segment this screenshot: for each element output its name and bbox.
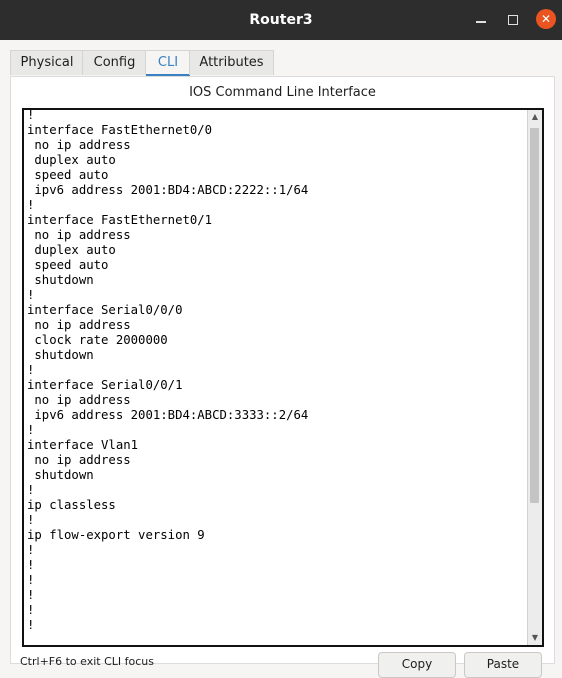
terminal-scrollbar[interactable]: ▲ ▼ [527, 110, 542, 645]
close-button[interactable]: ✕ [536, 9, 556, 29]
tab-attributes[interactable]: Attributes [189, 50, 274, 75]
tab-physical[interactable]: Physical [10, 50, 84, 75]
scrollbar-thumb[interactable] [530, 128, 539, 503]
scroll-down-icon[interactable]: ▼ [528, 631, 542, 645]
tab-cli[interactable]: CLI [145, 50, 191, 77]
minimize-button[interactable] [470, 9, 492, 31]
close-icon: ✕ [540, 12, 552, 26]
panel-title: IOS Command Line Interface [189, 85, 376, 100]
scroll-up-icon[interactable]: ▲ [528, 110, 542, 124]
tab-config[interactable]: Config [82, 50, 147, 75]
terminal-output: ! interface FastEthernet0/0 no ip addres… [27, 108, 309, 632]
title-bar: Router3 ✕ [0, 0, 562, 40]
copy-button[interactable]: Copy [378, 652, 456, 678]
cli-terminal[interactable]: ! interface FastEthernet0/0 no ip addres… [22, 108, 544, 647]
paste-button[interactable]: Paste [464, 652, 542, 678]
cli-panel: IOS Command Line Interface ! interface F… [10, 76, 555, 664]
maximize-button[interactable] [502, 9, 524, 31]
